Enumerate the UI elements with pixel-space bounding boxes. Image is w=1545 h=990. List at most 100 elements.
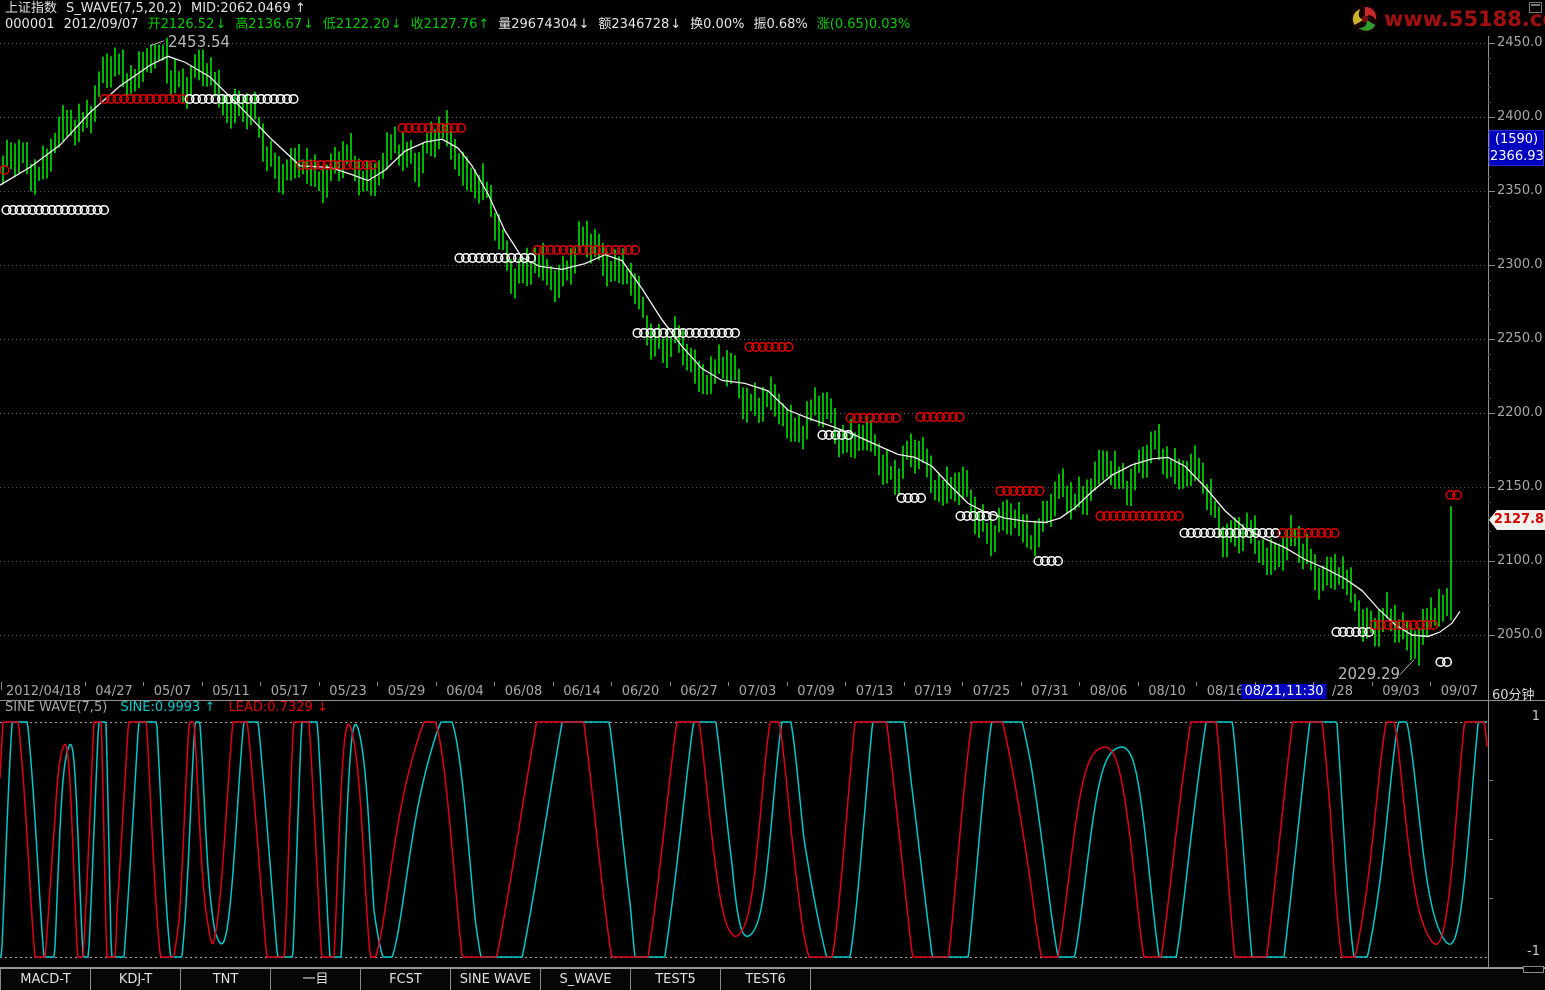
date-tick	[377, 682, 378, 686]
price-minor-tick	[1488, 221, 1491, 222]
price-minor-tick	[1488, 369, 1491, 370]
sine-axis-tick	[1488, 839, 1493, 840]
date-tick	[670, 682, 671, 686]
date-label: 07/13	[856, 684, 893, 699]
cursor-readout-box: (1590) 2366.93	[1489, 130, 1544, 166]
cursor-price: 2366.93	[1490, 148, 1543, 165]
price-tick-label: 2200.0	[1497, 405, 1543, 420]
price-minor-tick	[1488, 531, 1491, 532]
price-minor-tick	[1488, 517, 1491, 518]
price-minor-tick	[1488, 591, 1491, 592]
date-axis: 60分钟 2012/04/1804/2705/0705/1105/1705/23…	[0, 682, 1545, 700]
tab-sine-wave[interactable]: SINE WAVE	[451, 969, 541, 990]
date-tick	[1079, 682, 1080, 686]
date-label-highlighted: 08/21,11:30	[1241, 684, 1326, 699]
price-tick-label: 2050.0	[1497, 627, 1543, 642]
tab-tnt[interactable]: TNT	[181, 969, 271, 990]
price-minor-tick	[1488, 235, 1491, 236]
date-tick	[904, 682, 905, 686]
cursor-bar-count: (1590)	[1490, 131, 1543, 148]
sine-indicator-title: SINE WAVE(7,5)	[5, 700, 107, 715]
price-minor-tick	[1488, 324, 1491, 325]
price-tick	[1488, 43, 1495, 44]
date-label: 05/29	[388, 684, 425, 699]
tab-fcst[interactable]: FCST	[361, 969, 451, 990]
date-tick	[845, 682, 846, 686]
sine-wave-chart[interactable]	[0, 716, 1488, 966]
date-tick	[728, 682, 729, 686]
sine-value: SINE:0.9993	[120, 700, 200, 715]
date-tick	[1313, 682, 1314, 686]
price-minor-tick	[1488, 398, 1491, 399]
indicator-tab-bar: MACD-TKDJ-TTNT一目FCSTSINE WAVES_WAVETEST5…	[0, 968, 1545, 990]
price-minor-tick	[1488, 383, 1491, 384]
date-label: 06/14	[563, 684, 600, 699]
date-label: /28	[1332, 684, 1353, 699]
tab-kdj-t[interactable]: KDJ-T	[91, 969, 181, 990]
resize-grip[interactable]	[1523, 966, 1544, 973]
date-tick	[1196, 682, 1197, 686]
price-minor-tick	[1488, 576, 1491, 577]
price-tick-label: 2150.0	[1497, 479, 1543, 494]
date-label: 09/07	[1441, 684, 1478, 699]
date-tick	[1372, 682, 1373, 686]
date-label: 06/08	[505, 684, 542, 699]
date-label: 04/27	[95, 684, 132, 699]
tab-test5[interactable]: TEST5	[631, 969, 721, 990]
price-tick	[1488, 635, 1495, 636]
date-label: 08/16	[1207, 684, 1244, 699]
date-tick	[143, 682, 144, 686]
sine-up-arrow-icon: ↑	[204, 700, 215, 715]
price-tick	[1488, 117, 1495, 118]
price-minor-tick	[1488, 73, 1491, 74]
date-label: 07/31	[1031, 684, 1068, 699]
date-label: 2012/04/18	[6, 684, 81, 699]
price-minor-tick	[1488, 102, 1491, 103]
date-label: 06/20	[622, 684, 659, 699]
price-tick-label: 2100.0	[1497, 553, 1543, 568]
date-label: 07/09	[797, 684, 834, 699]
window-restore-icon[interactable]	[1529, 2, 1542, 13]
price-tick-label: 2300.0	[1497, 257, 1543, 272]
price-tick	[1488, 413, 1495, 414]
tab-s-wave[interactable]: S_WAVE	[541, 969, 631, 990]
tab-macd-t[interactable]: MACD-T	[0, 969, 91, 990]
price-minor-tick	[1488, 309, 1491, 310]
price-tick	[1488, 561, 1495, 562]
date-label: 05/11	[212, 684, 249, 699]
sine-panel-header: SINE WAVE(7,5) SINE:0.9993 ↑ LEAD:0.7329…	[5, 700, 328, 715]
date-tick	[319, 682, 320, 686]
mid-up-arrow-icon: ↑	[295, 1, 306, 16]
date-tick	[1021, 682, 1022, 686]
date-tick	[1430, 682, 1431, 686]
date-label: 08/10	[1148, 684, 1185, 699]
price-minor-tick	[1488, 250, 1491, 251]
date-tick	[787, 682, 788, 686]
price-tick-label: 2450.0	[1497, 35, 1543, 50]
price-tick	[1488, 191, 1495, 192]
tab--[interactable]: 一目	[271, 969, 361, 990]
tab-test6[interactable]: TEST6	[721, 969, 811, 990]
date-tick	[611, 682, 612, 686]
price-tick-label: 2250.0	[1497, 331, 1543, 346]
price-minor-tick	[1488, 176, 1491, 177]
price-minor-tick	[1488, 472, 1491, 473]
sine-axis-tick	[1488, 898, 1493, 899]
date-label: 08/06	[1090, 684, 1127, 699]
main-price-chart[interactable]	[0, 28, 1488, 682]
price-minor-tick	[1488, 443, 1491, 444]
index-name: 上证指数	[5, 1, 57, 16]
price-tick-label: 2350.0	[1497, 183, 1543, 198]
price-minor-tick	[1488, 428, 1491, 429]
price-minor-tick	[1488, 58, 1491, 59]
date-label: 05/07	[154, 684, 191, 699]
price-minor-tick	[1488, 295, 1491, 296]
date-label: 07/03	[739, 684, 776, 699]
price-minor-tick	[1488, 546, 1491, 547]
price-minor-tick	[1488, 87, 1491, 88]
date-tick	[553, 682, 554, 686]
sine-axis-top-label: 1	[1520, 709, 1540, 724]
price-minor-tick	[1488, 206, 1491, 207]
date-tick	[260, 682, 261, 686]
header-line1: 上证指数S_WAVE(7,5,20,2)MID:2062.0469 ↑	[5, 1, 919, 17]
